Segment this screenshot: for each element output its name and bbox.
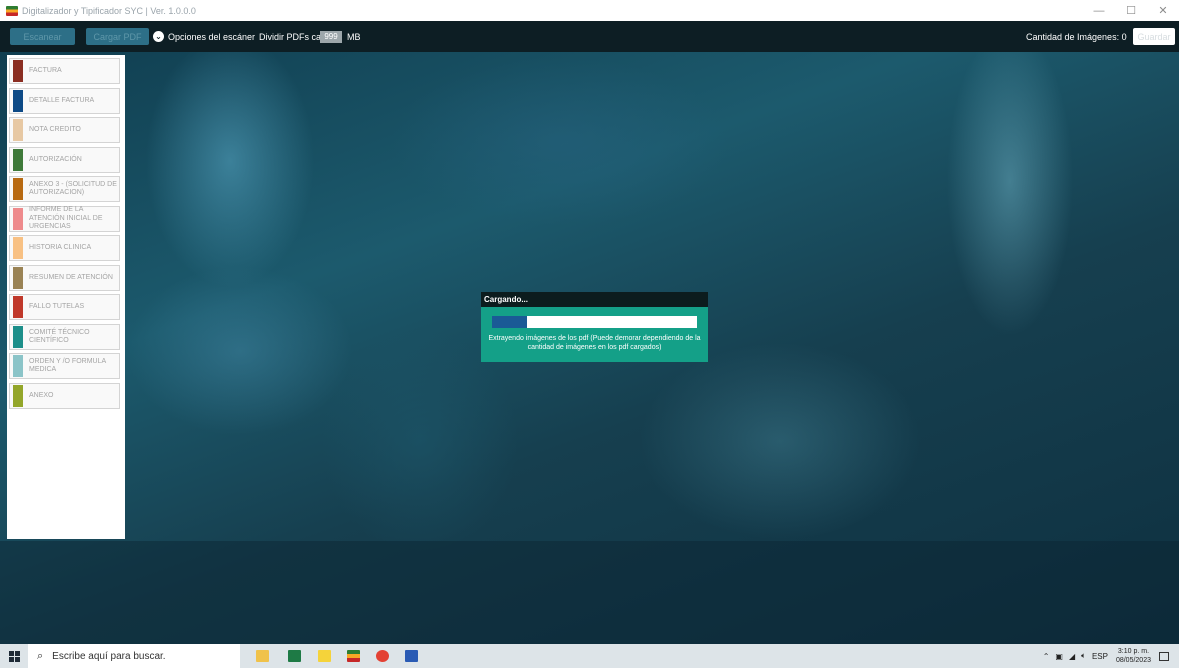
document-type-sidebar: FACTURA DETALLE FACTURA NOTA CREDITO AUT…: [7, 55, 125, 539]
sidebar-item-label: ANEXO: [29, 391, 54, 399]
scanner-options-toggle[interactable]: ⌄ Opciones del escáner: [153, 31, 255, 42]
sidebar-item-anexo[interactable]: ANEXO: [9, 383, 120, 409]
loading-message: Extrayendo imágenes de los pdf (Puede de…: [488, 335, 701, 351]
scanner-options-label: Opciones del escáner: [168, 31, 256, 42]
toolbar: Escanear Cargar PDF ⌄ Opciones del escán…: [0, 21, 1179, 52]
volume-icon[interactable]: 🔈︎: [1081, 651, 1086, 661]
sidebar-item-informe-urgencias[interactable]: INFORME DE LA ATENCIÓN INICIAL DE URGENC…: [9, 206, 120, 232]
sidebar-item-resumen-atencion[interactable]: RESUMEN DE ATENCIÓN: [9, 265, 120, 291]
sidebar-item-factura[interactable]: FACTURA: [9, 58, 120, 84]
clock-time: 3:10 p. m.: [1117, 648, 1150, 655]
taskbar-search-box[interactable]: ⌕ Escribe aquí para buscar.: [28, 644, 240, 668]
app-logo-icon: [6, 5, 18, 16]
chevron-up-icon[interactable]: ⌃: [1043, 652, 1050, 661]
sidebar-item-label: COMITÉ TÉCNICO CIENTÍFICO: [29, 328, 90, 345]
sidebar-item-historia-clinica[interactable]: HISTORIA CLINICA: [9, 235, 120, 261]
chrome-icon[interactable]: [376, 650, 389, 662]
scan-button[interactable]: Escanear: [10, 28, 75, 45]
sidebar-item-label: RESUMEN DE ATENCIÓN: [29, 273, 113, 281]
load-pdf-button[interactable]: Cargar PDF: [86, 28, 149, 45]
color-swatch: [13, 149, 23, 171]
sidebar-item-comite-tecnico[interactable]: COMITÉ TÉCNICO CIENTÍFICO: [9, 324, 120, 350]
window-title: Digitalizador y Tipificador SYC | Ver. 1…: [22, 5, 196, 16]
excel-icon[interactable]: [288, 650, 301, 662]
color-swatch: [13, 296, 23, 318]
color-swatch: [13, 385, 23, 407]
system-tray: ⌃ ▣ ◢ 🔈︎ ESP 3:10 p. m. 08/05/2023: [1037, 644, 1179, 668]
language-indicator[interactable]: ESP: [1092, 652, 1108, 661]
split-size-input[interactable]: [320, 30, 342, 43]
image-count-label: Cantidad de Imágenes: 0: [1026, 31, 1127, 42]
save-button[interactable]: Guardar: [1133, 28, 1175, 45]
sidebar-item-label: FACTURA: [29, 66, 62, 74]
sidebar-item-autorizacion[interactable]: AUTORIZACIÓN: [9, 147, 120, 173]
sidebar-item-fallo-tutelas[interactable]: FALLO TUTELAS: [9, 294, 120, 320]
color-swatch: [13, 267, 23, 289]
app-taskbar-icon[interactable]: [347, 650, 360, 662]
color-swatch: [13, 90, 23, 112]
sidebar-item-orden-formula[interactable]: ORDEN Y /O FORMULA MEDICA: [9, 353, 120, 379]
color-swatch: [13, 355, 23, 377]
network-icon[interactable]: ◢: [1069, 652, 1075, 661]
word-icon[interactable]: [405, 650, 418, 662]
sidebar-item-label: NOTA CREDITO: [29, 125, 81, 133]
sidebar-item-label: DETALLE FACTURA: [29, 96, 95, 104]
app-tray-icon[interactable]: ▣: [1055, 652, 1063, 661]
file-explorer-icon[interactable]: [256, 650, 269, 662]
start-button[interactable]: [0, 644, 28, 668]
split-unit-label: MB: [347, 31, 361, 42]
minimize-button[interactable]: —: [1083, 0, 1115, 21]
close-button[interactable]: ✕: [1147, 0, 1179, 21]
sidebar-item-label: ORDEN Y /O FORMULA MEDICA: [29, 357, 106, 374]
windows-logo-icon: [8, 650, 20, 662]
chevron-down-icon: ⌄: [153, 31, 164, 42]
sidebar-item-label: HISTORIA CLINICA: [29, 243, 92, 251]
sticky-notes-icon[interactable]: [318, 650, 331, 662]
sidebar-item-label: AUTORIZACIÓN: [29, 155, 82, 163]
search-placeholder: Escribe aquí para buscar.: [52, 650, 166, 662]
color-swatch: [13, 326, 23, 348]
sidebar-item-label: FALLO TUTELAS: [29, 302, 85, 310]
progress-fill: [492, 316, 527, 328]
color-swatch: [13, 119, 23, 141]
progress-bar: [492, 316, 697, 328]
windows-taskbar: ⌕ Escribe aquí para buscar. ⌃ ▣ ◢ 🔈︎ ESP…: [0, 644, 1179, 668]
color-swatch: [13, 60, 23, 82]
sidebar-item-label: ANEXO 3 - (SOLICITUD DE AUTORIZACION): [29, 180, 117, 197]
maximize-button[interactable]: ☐: [1115, 0, 1147, 21]
title-bar: Digitalizador y Tipificador SYC | Ver. 1…: [0, 0, 1179, 21]
search-icon: ⌕: [37, 649, 44, 662]
sidebar-item-detalle-factura[interactable]: DETALLE FACTURA: [9, 88, 120, 114]
sidebar-item-anexo-3[interactable]: ANEXO 3 - (SOLICITUD DE AUTORIZACION): [9, 176, 120, 202]
loading-dialog: Cargando... Extrayendo imágenes de los p…: [481, 292, 708, 362]
color-swatch: [13, 237, 23, 259]
clock[interactable]: 3:10 p. m. 08/05/2023: [1116, 647, 1151, 665]
notifications-icon[interactable]: [1159, 651, 1169, 661]
sidebar-item-label: INFORME DE LA ATENCIÓN INICIAL DE URGENC…: [29, 206, 103, 231]
sidebar-item-nota-credito[interactable]: NOTA CREDITO: [9, 117, 120, 143]
clock-date: 08/05/2023: [1115, 657, 1151, 664]
color-swatch: [13, 178, 23, 200]
window-controls: — ☐ ✕: [1083, 0, 1179, 21]
color-swatch: [13, 208, 23, 230]
loading-title: Cargando...: [481, 292, 708, 307]
